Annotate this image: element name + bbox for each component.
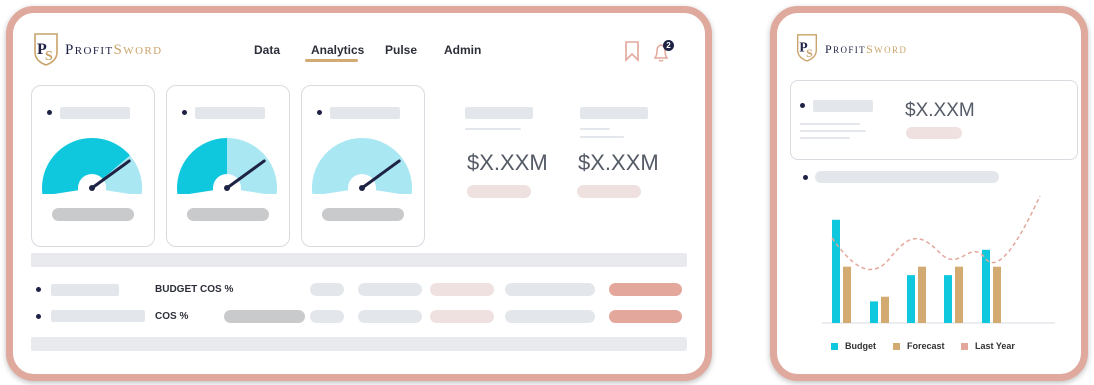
shield-logo-icon: P S xyxy=(34,33,58,66)
bar-forecast-1 xyxy=(843,266,851,323)
card-footer-placeholder xyxy=(322,208,404,221)
nav-analytics[interactable]: Analytics xyxy=(311,43,364,57)
bar-budget-4 xyxy=(944,275,952,323)
card-footer-placeholder xyxy=(187,208,269,221)
cell-placeholder xyxy=(430,283,494,296)
gauge-hub xyxy=(89,185,95,191)
cell-placeholder xyxy=(358,310,422,323)
svg-text:S: S xyxy=(45,49,53,64)
bar-budget-3 xyxy=(907,275,915,323)
kpi-title-placeholder xyxy=(580,107,648,119)
shield-logo-icon: P S xyxy=(797,34,817,62)
bullet xyxy=(36,314,41,319)
card-title-placeholder xyxy=(330,107,400,119)
kpi-line xyxy=(465,128,521,130)
gauge-1 xyxy=(42,138,142,194)
nav-pulse[interactable]: Pulse xyxy=(385,43,417,57)
gauge-hub xyxy=(224,185,230,191)
summary-sub-placeholder xyxy=(906,127,962,139)
gauge-fill xyxy=(177,138,227,194)
summary-title-placeholder xyxy=(813,100,873,112)
bullet xyxy=(317,110,322,115)
nav-admin[interactable]: Admin xyxy=(444,43,481,57)
kpi-value-2: $X.XXM xyxy=(578,150,659,175)
cell-placeholder xyxy=(358,283,422,296)
nav-data[interactable]: Data xyxy=(254,43,280,57)
brand-wordmark: PROFITSWORD xyxy=(825,42,908,56)
table-header xyxy=(31,253,687,267)
series-line-last-year xyxy=(831,195,1041,271)
gauge-2 xyxy=(177,138,277,194)
cell-placeholder xyxy=(310,310,344,323)
chart-title-placeholder xyxy=(815,171,999,183)
summary-line xyxy=(800,130,866,132)
svg-text:S: S xyxy=(806,46,813,60)
kpi-sub-placeholder xyxy=(467,185,531,198)
legend-swatch-last-year xyxy=(961,343,968,350)
bar-forecast-5 xyxy=(993,266,1001,323)
bar-budget-2 xyxy=(870,301,878,323)
row-name-placeholder xyxy=(51,284,119,296)
brand-wordmark: PROFITSWORD xyxy=(65,42,163,58)
gauge-3 xyxy=(312,137,412,194)
legend-swatch-budget xyxy=(831,343,838,350)
cell-placeholder xyxy=(505,283,595,296)
bullet xyxy=(182,110,187,115)
kpi-line xyxy=(580,128,610,130)
cell-placeholder xyxy=(310,283,344,296)
cell-placeholder xyxy=(430,310,494,323)
bullet xyxy=(47,110,52,115)
row-name-placeholder xyxy=(51,310,145,322)
cell-highlight xyxy=(609,310,682,323)
legend-label-forecast: Forecast xyxy=(907,341,945,351)
kpi-line xyxy=(580,136,624,138)
card-title-placeholder xyxy=(195,107,265,119)
legend-label-budget: Budget xyxy=(845,341,876,351)
table-footer xyxy=(31,337,687,351)
row-label-cos: COS % xyxy=(155,311,189,322)
kpi-sub-placeholder xyxy=(577,185,641,198)
kpi-title-placeholder xyxy=(465,107,533,119)
bar-forecast-4 xyxy=(955,266,963,323)
bullet xyxy=(803,175,808,180)
bullet xyxy=(800,103,805,108)
row-label-budget-cos: BUDGET COS % xyxy=(155,284,234,295)
legend-label-last-year: Last Year xyxy=(975,341,1015,351)
bullet xyxy=(36,287,41,292)
bar-chart xyxy=(822,195,1055,324)
summary-line xyxy=(800,137,850,139)
gauge-hub xyxy=(359,185,365,191)
legend-swatch-forecast xyxy=(893,343,900,350)
cell-placeholder xyxy=(224,310,305,323)
kpi-value-1: $X.XXM xyxy=(467,150,548,175)
summary-value: $X.XXM xyxy=(905,100,975,121)
cell-placeholder xyxy=(505,310,595,323)
card-title-placeholder xyxy=(60,107,130,119)
gauge-track xyxy=(227,138,277,194)
bar-budget-1 xyxy=(832,219,840,323)
bar-forecast-3 xyxy=(918,266,926,323)
card-footer-placeholder xyxy=(52,208,134,221)
notification-badge: 2 xyxy=(663,40,674,51)
bar-forecast-2 xyxy=(881,296,889,323)
summary-line xyxy=(800,123,860,125)
nav-active-underline xyxy=(305,59,358,62)
bookmark-icon[interactable] xyxy=(624,40,640,62)
cell-highlight xyxy=(609,283,682,296)
